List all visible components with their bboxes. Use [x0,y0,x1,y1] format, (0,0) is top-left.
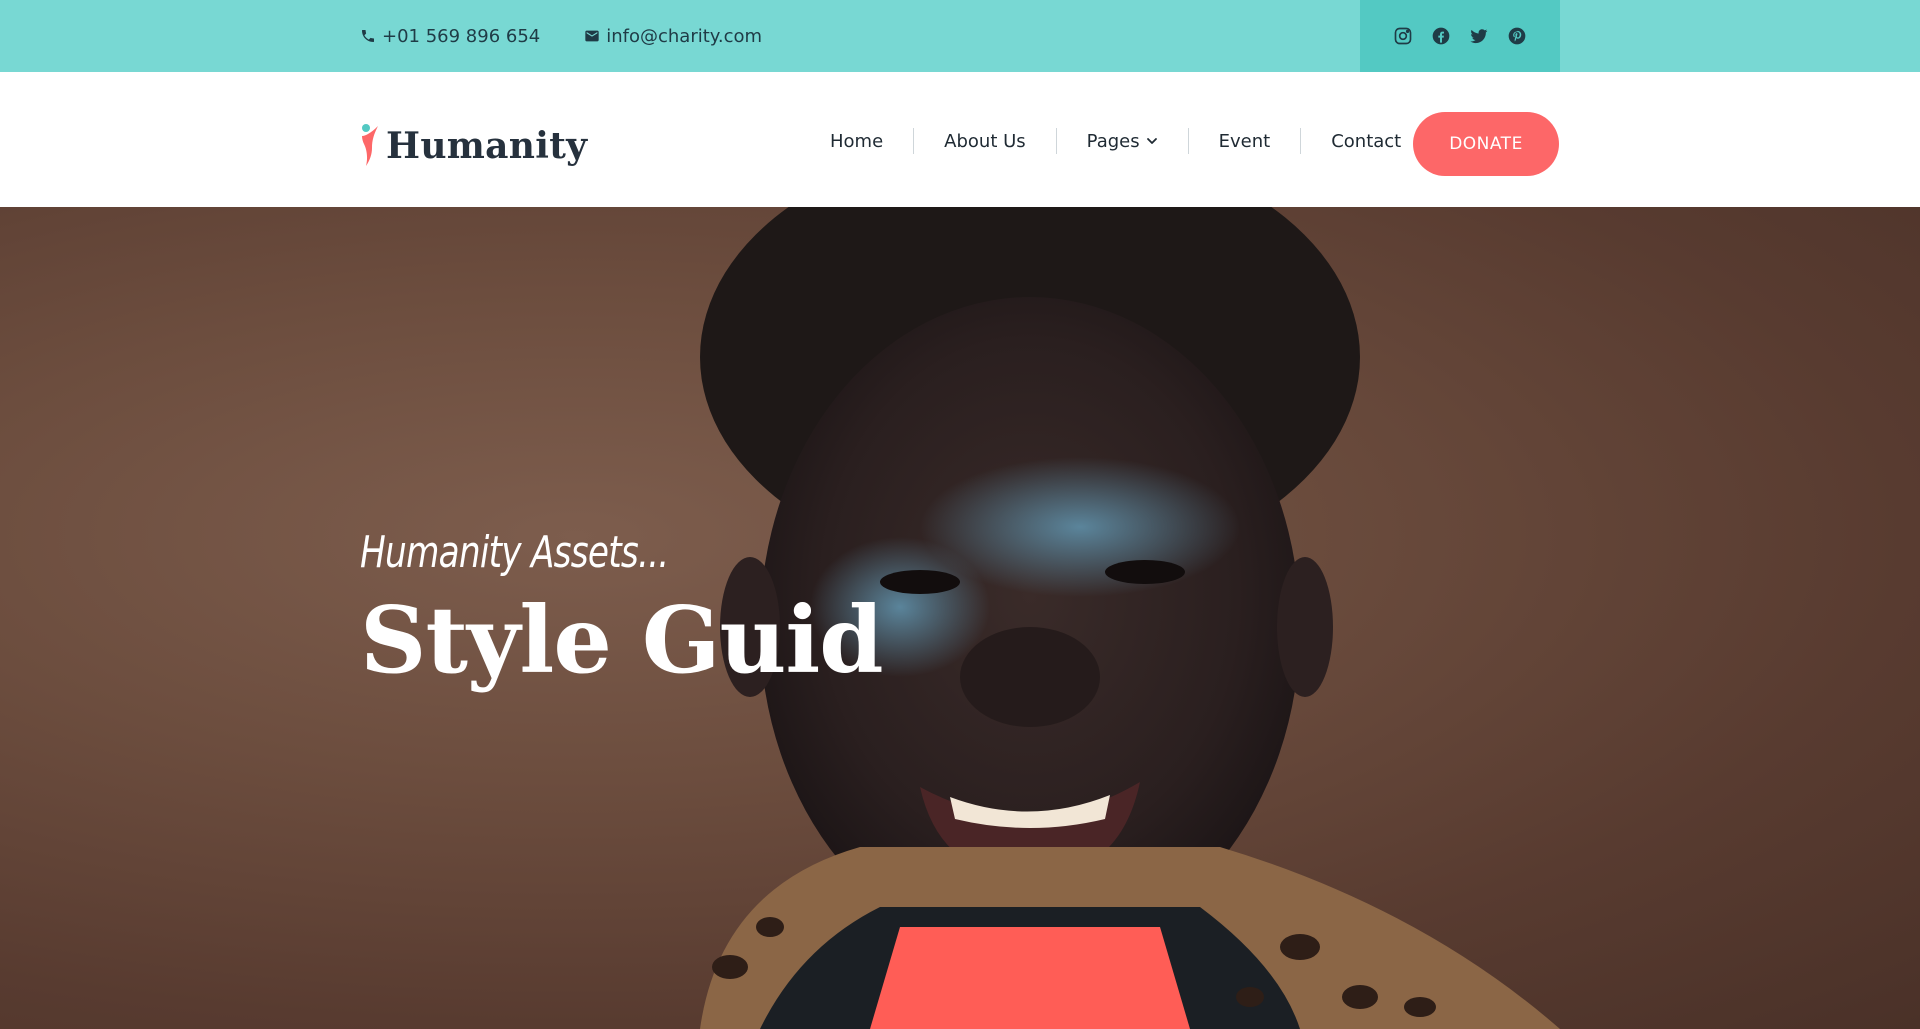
email-text: info@charity.com [606,25,763,47]
mail-icon [585,30,599,42]
main-header: Humanity Home About Us Pages Event Conta… [0,72,1920,207]
contact-info: +01 569 896 654 info@charity.com [360,0,762,72]
nav-item-label: Home [830,130,884,152]
nav-item-label: Event [1218,130,1271,152]
top-bar: +01 569 896 654 info@charity.com [0,0,1920,72]
nav-item-label: Contact [1331,130,1402,152]
main-nav: Home About Us Pages Event Contact [800,112,1431,170]
donate-button[interactable]: DONATE [1413,112,1559,176]
twitter-icon[interactable] [1468,25,1490,47]
social-links [1360,0,1560,72]
hero-subtitle: Humanity Assets... [360,527,669,578]
nav-item-event[interactable]: Event [1189,131,1301,152]
logo-text: Humanity [386,125,588,167]
nav-item-about-us[interactable]: About Us [914,131,1056,152]
nav-item-pages[interactable]: Pages [1057,131,1188,152]
site-logo[interactable]: Humanity [360,120,587,166]
nav-item-label: Pages [1086,130,1140,152]
phone-text: +01 569 896 654 [382,25,541,47]
hero-text-block: Humanity Assets... Style Guid [360,527,884,694]
phone-icon [362,30,374,42]
nav-item-home[interactable]: Home [800,131,913,152]
nav-item-contact[interactable]: Contact [1301,131,1431,152]
email-contact[interactable]: info@charity.com [584,26,762,47]
hero-banner: Humanity Assets... Style Guid [0,207,1920,1029]
chevron-down-icon [1146,138,1157,144]
nav-item-label: About Us [944,130,1026,152]
logo-figure-icon [362,124,378,166]
phone-contact[interactable]: +01 569 896 654 [360,26,540,47]
instagram-icon[interactable] [1392,25,1414,47]
hero-title: Style Guid [360,586,884,694]
pinterest-icon[interactable] [1506,25,1528,47]
facebook-icon[interactable] [1430,25,1452,47]
hero-photo [700,207,1560,1029]
